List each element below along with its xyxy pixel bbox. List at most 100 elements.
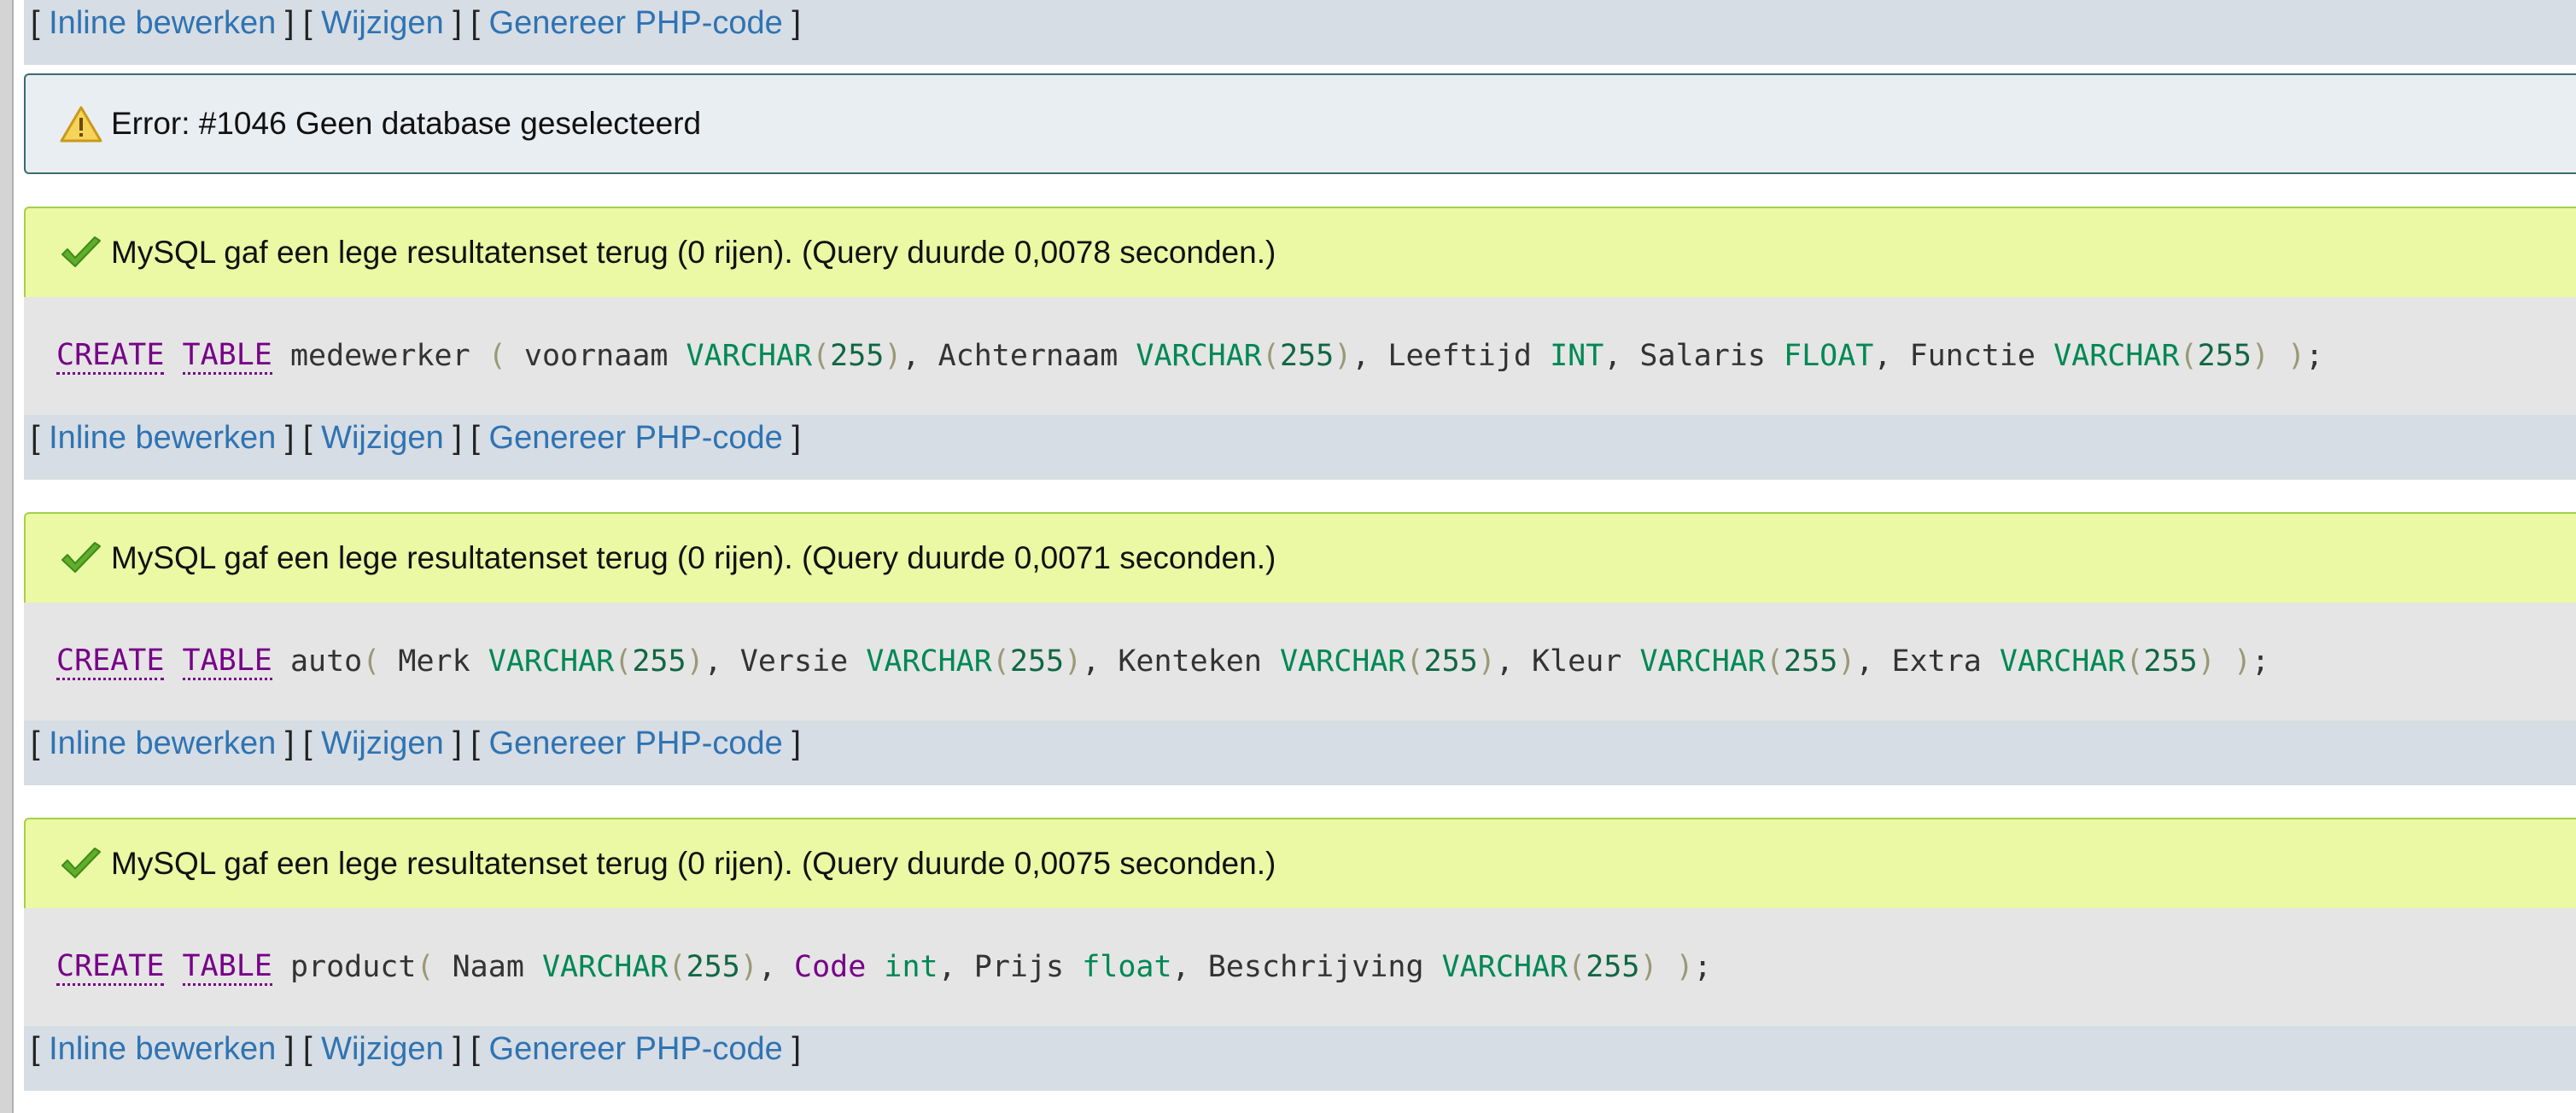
- sql-query-display[interactable]: CREATE TABLE product( Naam VARCHAR(255),…: [24, 908, 2576, 1026]
- sql-token: VARCHAR: [541, 950, 669, 984]
- sql-token: ): [1477, 644, 1496, 679]
- sql-token: ): [2233, 644, 2252, 679]
- bracket: ]: [791, 420, 801, 456]
- sql-token: ): [1334, 339, 1352, 373]
- edit-link[interactable]: Wijzigen: [321, 725, 444, 761]
- warning-icon: [60, 106, 102, 143]
- sql-token: medewerker: [272, 339, 488, 373]
- sql-token: , Prijs: [938, 950, 1083, 984]
- sql-keyword: TABLE: [182, 949, 272, 986]
- sql-token: 255: [1423, 644, 1478, 679]
- sql-token: VARCHAR: [866, 644, 992, 679]
- sql-token: (: [1405, 644, 1424, 679]
- bracket: ] [: [284, 5, 313, 41]
- sql-token: ): [739, 950, 758, 984]
- sql-token: (: [668, 950, 686, 984]
- bracket: ]: [791, 5, 801, 41]
- sql-query-display[interactable]: CREATE TABLE auto( Merk VARCHAR(255), Ve…: [24, 603, 2576, 720]
- bracket: [: [31, 1031, 40, 1067]
- sql-token: int: [884, 950, 938, 984]
- bracket: ] [: [284, 420, 313, 456]
- generate-php-link[interactable]: Genereer PHP-code: [489, 725, 783, 761]
- sql-token: VARCHAR: [1136, 339, 1262, 373]
- inline-edit-link[interactable]: Inline bewerken: [49, 420, 276, 456]
- sql-token: ;: [1693, 950, 1712, 984]
- sql-token: , Beschrijving: [1171, 950, 1442, 984]
- sql-token: Naam: [434, 950, 542, 984]
- bracket: ] [: [453, 420, 480, 456]
- sql-token: , Leeftijd: [1352, 339, 1551, 373]
- sql-token: 255: [632, 644, 686, 679]
- bracket: [: [31, 5, 40, 41]
- sql-token: 255: [1279, 339, 1335, 373]
- query-actions-bar: [ Inline bewerken ] [ Wijzigen ] [ Gener…: [24, 720, 2576, 785]
- sql-token: ;: [2305, 339, 2324, 373]
- sql-token: 255: [1009, 644, 1065, 679]
- error-text: Error: #1046 Geen database geselecteerd: [111, 106, 702, 141]
- sql-token: ): [1064, 644, 1083, 679]
- success-message: MySQL gaf een lege resultatenset terug (…: [24, 818, 2576, 908]
- sql-token: (: [2125, 644, 2144, 679]
- generate-php-link[interactable]: Genereer PHP-code: [489, 1031, 783, 1067]
- sql-token: ): [884, 339, 902, 373]
- sql-token: ): [1837, 644, 1856, 679]
- sql-token: , Achternaam: [902, 339, 1136, 373]
- edit-link[interactable]: Wijzigen: [321, 5, 444, 41]
- generate-php-link[interactable]: Genereer PHP-code: [489, 420, 783, 456]
- sql-token: , Extra: [1855, 644, 2000, 679]
- sql-token: INT: [1550, 339, 1604, 373]
- sql-token: FLOAT: [1784, 339, 1874, 373]
- bracket: ]: [791, 1031, 801, 1067]
- sql-token: (: [362, 644, 381, 679]
- sql-token: ): [2197, 644, 2216, 679]
- sql-query-display[interactable]: CREATE TABLE medewerker ( voornaam VARCH…: [24, 297, 2576, 415]
- sql-token: (: [2179, 339, 2198, 373]
- sql-token: VARCHAR: [686, 339, 813, 373]
- sql-token: (: [614, 644, 633, 679]
- bracket: ] [: [453, 725, 480, 761]
- query-result-block: MySQL gaf een lege resultatenset terug (…: [24, 818, 2576, 1091]
- edit-link[interactable]: Wijzigen: [321, 420, 444, 456]
- sql-keyword: CREATE: [56, 949, 165, 986]
- sql-keyword: CREATE: [56, 644, 165, 680]
- bracket: ] [: [284, 1031, 313, 1067]
- sql-keyword: TABLE: [182, 644, 272, 680]
- sql-keyword: CREATE: [56, 338, 165, 375]
- sql-token: VARCHAR: [1999, 644, 2126, 679]
- generate-php-link[interactable]: Genereer PHP-code: [489, 5, 783, 41]
- sql-token: 255: [686, 950, 740, 984]
- query-actions-bar: [ Inline bewerken ] [ Wijzigen ] [ Gener…: [24, 1026, 2576, 1091]
- edit-link[interactable]: Wijzigen: [321, 1031, 444, 1067]
- sql-token: (: [991, 644, 1010, 679]
- inline-edit-link[interactable]: Inline bewerken: [49, 5, 276, 41]
- success-message: MySQL gaf een lege resultatenset terug (…: [24, 512, 2576, 603]
- sql-token: ;: [2251, 644, 2270, 679]
- query-actions-bar: [ Inline bewerken ] [ Wijzigen ] [ Gener…: [24, 0, 2576, 65]
- inline-edit-link[interactable]: Inline bewerken: [49, 1031, 276, 1067]
- sql-token: , Functie: [1873, 339, 2054, 373]
- bracket: [: [31, 725, 40, 761]
- sql-token: (: [1261, 339, 1280, 373]
- sql-token: VARCHAR: [1279, 644, 1406, 679]
- error-message-box: Error: #1046 Geen database geselecteerd: [24, 73, 2576, 174]
- sql-token: VARCHAR: [488, 644, 615, 679]
- bracket: ] [: [284, 725, 313, 761]
- sql-token: ): [2251, 339, 2269, 373]
- sql-token: ): [2287, 339, 2306, 373]
- sql-keyword: TABLE: [182, 338, 272, 375]
- sql-token: (: [1568, 950, 1586, 984]
- sql-token: 255: [2197, 339, 2252, 373]
- sql-token: 255: [1586, 950, 1640, 984]
- bracket: ]: [791, 725, 801, 761]
- success-message: MySQL gaf een lege resultatenset terug (…: [24, 207, 2576, 297]
- sql-token: (: [416, 950, 435, 984]
- inline-edit-link[interactable]: Inline bewerken: [49, 725, 276, 761]
- sql-token: voornaam: [505, 339, 686, 373]
